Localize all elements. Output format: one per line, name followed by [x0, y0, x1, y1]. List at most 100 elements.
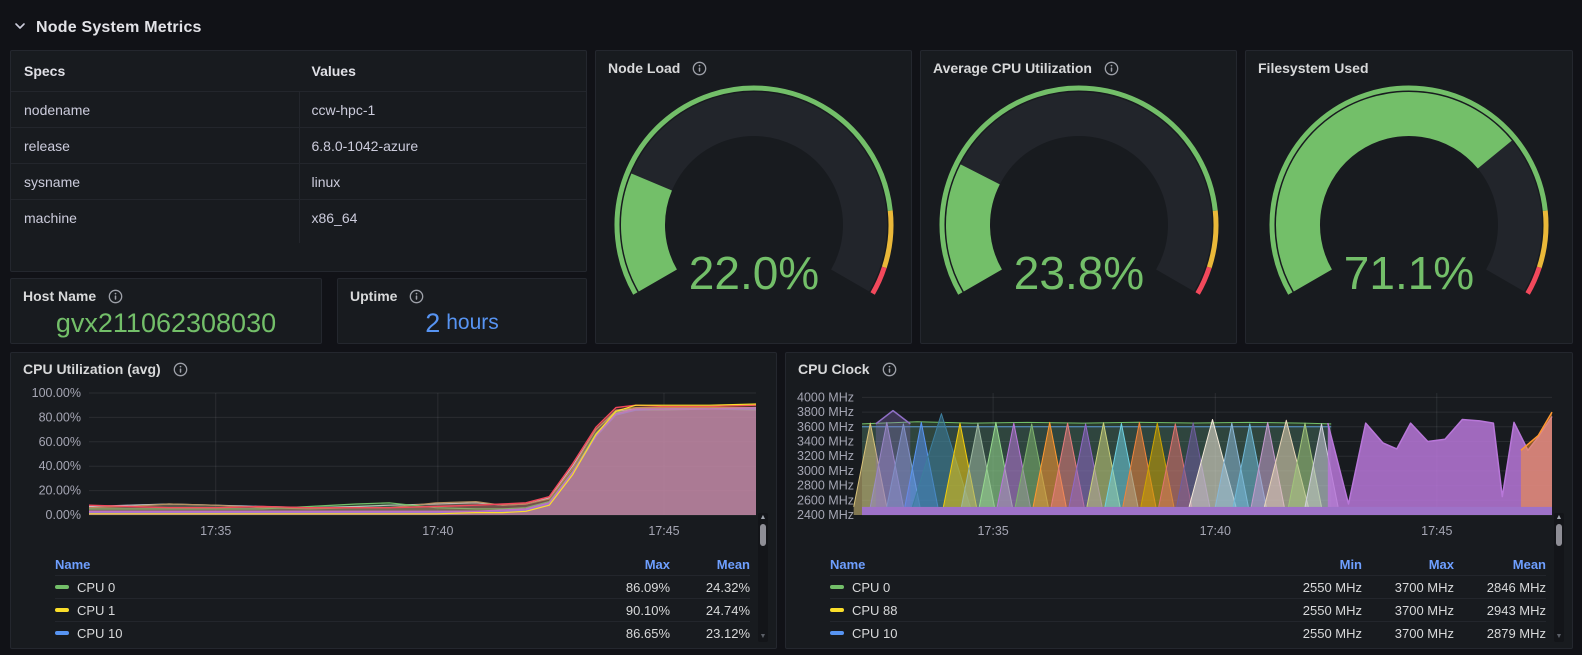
legend-stat-value: 2879 MHz [1486, 625, 1546, 641]
panel-title-uptime[interactable]: Uptime [338, 279, 586, 307]
node-load-gauge: 22.0% [614, 85, 893, 299]
legend-header-row: Name Min Max Mean [830, 554, 1546, 575]
scroll-up-icon[interactable]: ▲ [1556, 513, 1563, 523]
info-icon[interactable] [692, 61, 707, 76]
info-icon[interactable] [173, 362, 188, 377]
legend-row: CPU 10 86.65% 23.12% [55, 621, 750, 644]
gauge-value: 22.0% [688, 247, 818, 299]
legend-header-stat[interactable]: Min [1270, 557, 1362, 572]
y-axis-tick-label: 20.00% [39, 484, 81, 498]
section-header-node-system-metrics[interactable]: Node System Metrics [14, 14, 202, 42]
panel-title-text: CPU Clock [798, 361, 870, 377]
legend-scrollbar[interactable]: ▲ ▼ [1554, 513, 1564, 642]
legend-stat-value: 3700 MHz [1394, 579, 1454, 595]
table-cell: machine [24, 209, 77, 226]
y-axis-tick-label: 3200 MHz [797, 449, 854, 463]
legend-series-toggle[interactable]: CPU 88 [830, 603, 1270, 618]
panel-title-average-cpu-utilization[interactable]: Average CPU Utilization [921, 51, 1236, 79]
scrollbar-thumb[interactable] [1556, 524, 1562, 546]
y-axis-tick-label: 100.00% [32, 386, 81, 400]
table-cell: 6.8.0-1042-azure [311, 137, 419, 154]
x-axis-tick-label: 17:35 [200, 524, 231, 538]
y-axis-tick-label: 40.00% [39, 459, 81, 473]
legend-series-toggle[interactable]: CPU 0 [830, 580, 1270, 595]
info-icon[interactable] [409, 289, 424, 304]
x-axis-tick-label: 17:35 [977, 524, 1008, 538]
panel-host-name: Host Name gvx211062308030 [10, 278, 322, 344]
table-header-cell: Specs [24, 63, 66, 79]
scroll-down-icon[interactable]: ▼ [760, 632, 767, 642]
legend-series-toggle[interactable]: CPU 10 [55, 626, 590, 641]
table-cell: x86_64 [311, 209, 358, 226]
legend-header-name[interactable]: Name [55, 557, 590, 572]
info-icon[interactable] [882, 362, 897, 377]
table-header-cell: Values [311, 63, 356, 79]
legend-header-stat[interactable]: Max [1362, 557, 1454, 572]
legend-stat-value: 2550 MHz [1302, 602, 1362, 618]
legend-header-stat[interactable]: Mean [1454, 557, 1546, 572]
panel-title-cpu-utilization[interactable]: CPU Utilization (avg) [11, 353, 776, 379]
legend-series-label: CPU 10 [852, 625, 898, 641]
legend-stat-value: 86.65% [625, 625, 670, 641]
legend-stat-value: 24.74% [705, 602, 750, 618]
y-axis-tick-label: 3800 MHz [797, 405, 854, 419]
legend-series-label: CPU 10 [77, 625, 123, 641]
panel-average-cpu-utilization: Average CPU Utilization 23.8% [920, 50, 1237, 344]
series-color-swatch [55, 608, 69, 612]
table-cell: sysname [24, 173, 81, 190]
legend-stat-value: 23.12% [705, 625, 750, 641]
legend-header-stat[interactable]: Mean [670, 557, 750, 572]
scroll-up-icon[interactable]: ▲ [760, 513, 767, 523]
legend-scrollbar[interactable]: ▲ ▼ [758, 513, 768, 642]
legend-series-toggle[interactable]: CPU 1 [55, 603, 590, 618]
cpu-utilization-legend: Name Max Mean CPU 0 86.09% 24.32% CPU 1 90.10% 2… [55, 554, 750, 644]
y-axis-tick-label: 2800 MHz [797, 479, 854, 493]
legend-stat-value: 2550 MHz [1302, 579, 1362, 595]
panel-title-node-load[interactable]: Node Load [596, 51, 911, 79]
panel-title-filesystem-used[interactable]: Filesystem Used [1246, 51, 1572, 79]
info-icon[interactable] [108, 289, 123, 304]
y-axis-tick-label: 3600 MHz [797, 420, 854, 434]
table-cell: linux [311, 173, 341, 190]
legend-stat-value: 86.09% [625, 579, 670, 595]
legend-stat-value: 2550 MHz [1302, 625, 1362, 641]
legend-series-label: CPU 88 [852, 602, 898, 618]
panel-title-host-name[interactable]: Host Name [11, 279, 321, 307]
legend-series-toggle[interactable]: CPU 10 [830, 626, 1270, 641]
gauge-value: 71.1% [1344, 247, 1474, 299]
panel-cpu-utilization: CPU Utilization (avg) 100.00% 80.00% 60.00… [10, 352, 777, 649]
legend-stat-value: 90.10% [625, 602, 670, 618]
scrollbar-thumb[interactable] [760, 524, 766, 546]
average-cpu-utilization-gauge: 23.8% [939, 85, 1218, 299]
x-axis-tick-label: 17:40 [422, 524, 453, 538]
y-axis-tick-label: 80.00% [39, 410, 81, 424]
scroll-down-icon[interactable]: ▼ [1556, 632, 1563, 642]
chevron-down-icon [14, 19, 26, 37]
panel-node-load: Node Load 22.0% [595, 50, 912, 344]
legend-series-toggle[interactable]: CPU 0 [55, 580, 590, 595]
info-icon[interactable] [1104, 61, 1119, 76]
legend-stat-value: 2943 MHz [1486, 602, 1546, 618]
table-cell: nodename [24, 101, 91, 118]
y-axis-tick-label: 0.00% [46, 508, 81, 522]
panel-title-cpu-clock[interactable]: CPU Clock [786, 353, 1572, 379]
legend-row: CPU 10 2550 MHz 3700 MHz 2879 MHz [830, 621, 1546, 644]
legend-row: CPU 88 2550 MHz 3700 MHz 2943 MHz [830, 598, 1546, 621]
panel-filesystem-used: Filesystem Used 71.1% [1245, 50, 1573, 344]
legend-header-stat[interactable]: Max [590, 557, 670, 572]
legend-header-name[interactable]: Name [830, 557, 1270, 572]
legend-row: CPU 0 2550 MHz 3700 MHz 2846 MHz [830, 575, 1546, 598]
series-color-swatch [830, 608, 844, 612]
legend-series-label: CPU 0 [852, 579, 891, 595]
legend-stat-value: 3700 MHz [1394, 625, 1454, 641]
panel-title-text: Host Name [23, 288, 97, 304]
table-column-divider [298, 91, 300, 243]
legend-series-label: CPU 1 [77, 602, 116, 618]
host-name-value: gvx211062308030 [55, 307, 277, 338]
series-color-swatch [830, 631, 844, 635]
cpu-utilization-chart: 100.00% 80.00% 60.00% 40.00% 20.00% 0.00% 17:3… [32, 386, 757, 538]
legend-series-label: CPU 0 [77, 579, 116, 595]
legend-stat-value: 24.32% [705, 579, 750, 595]
x-axis-tick-label: 17:40 [1200, 524, 1231, 538]
table-cell: ccw-hpc-1 [311, 101, 376, 118]
